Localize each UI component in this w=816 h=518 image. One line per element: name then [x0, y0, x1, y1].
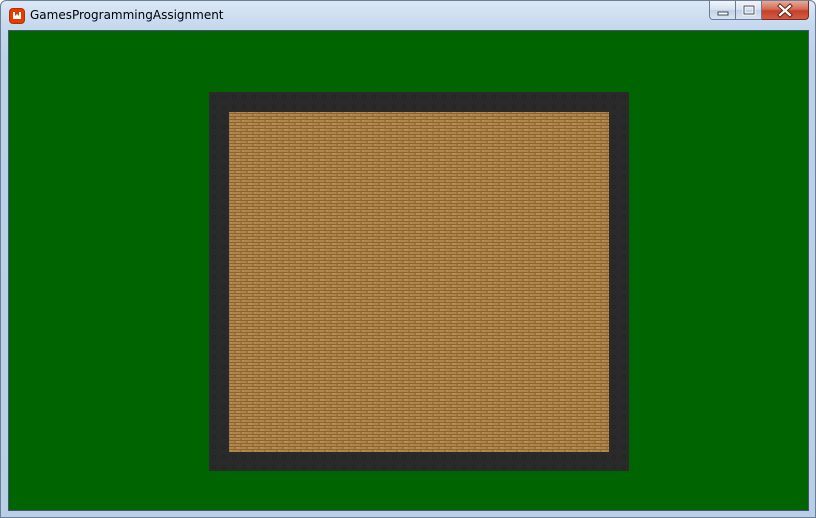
caption-buttons — [709, 1, 809, 21]
brick-floor — [229, 112, 609, 452]
maximize-button[interactable] — [736, 1, 762, 20]
minimize-button[interactable] — [709, 1, 736, 20]
close-icon — [777, 3, 793, 18]
monogame-logo-icon[interactable] — [9, 8, 25, 24]
minimize-icon — [717, 11, 729, 16]
title-bar[interactable]: GamesProgrammingAssignment — [1, 1, 815, 30]
dungeon-room — [209, 92, 629, 471]
close-button[interactable] — [762, 1, 809, 20]
game-viewport[interactable] — [8, 30, 809, 511]
window-title: GamesProgrammingAssignment — [30, 8, 224, 22]
maximize-icon — [742, 4, 756, 16]
application-window: GamesProgrammingAssignment — [0, 0, 816, 518]
